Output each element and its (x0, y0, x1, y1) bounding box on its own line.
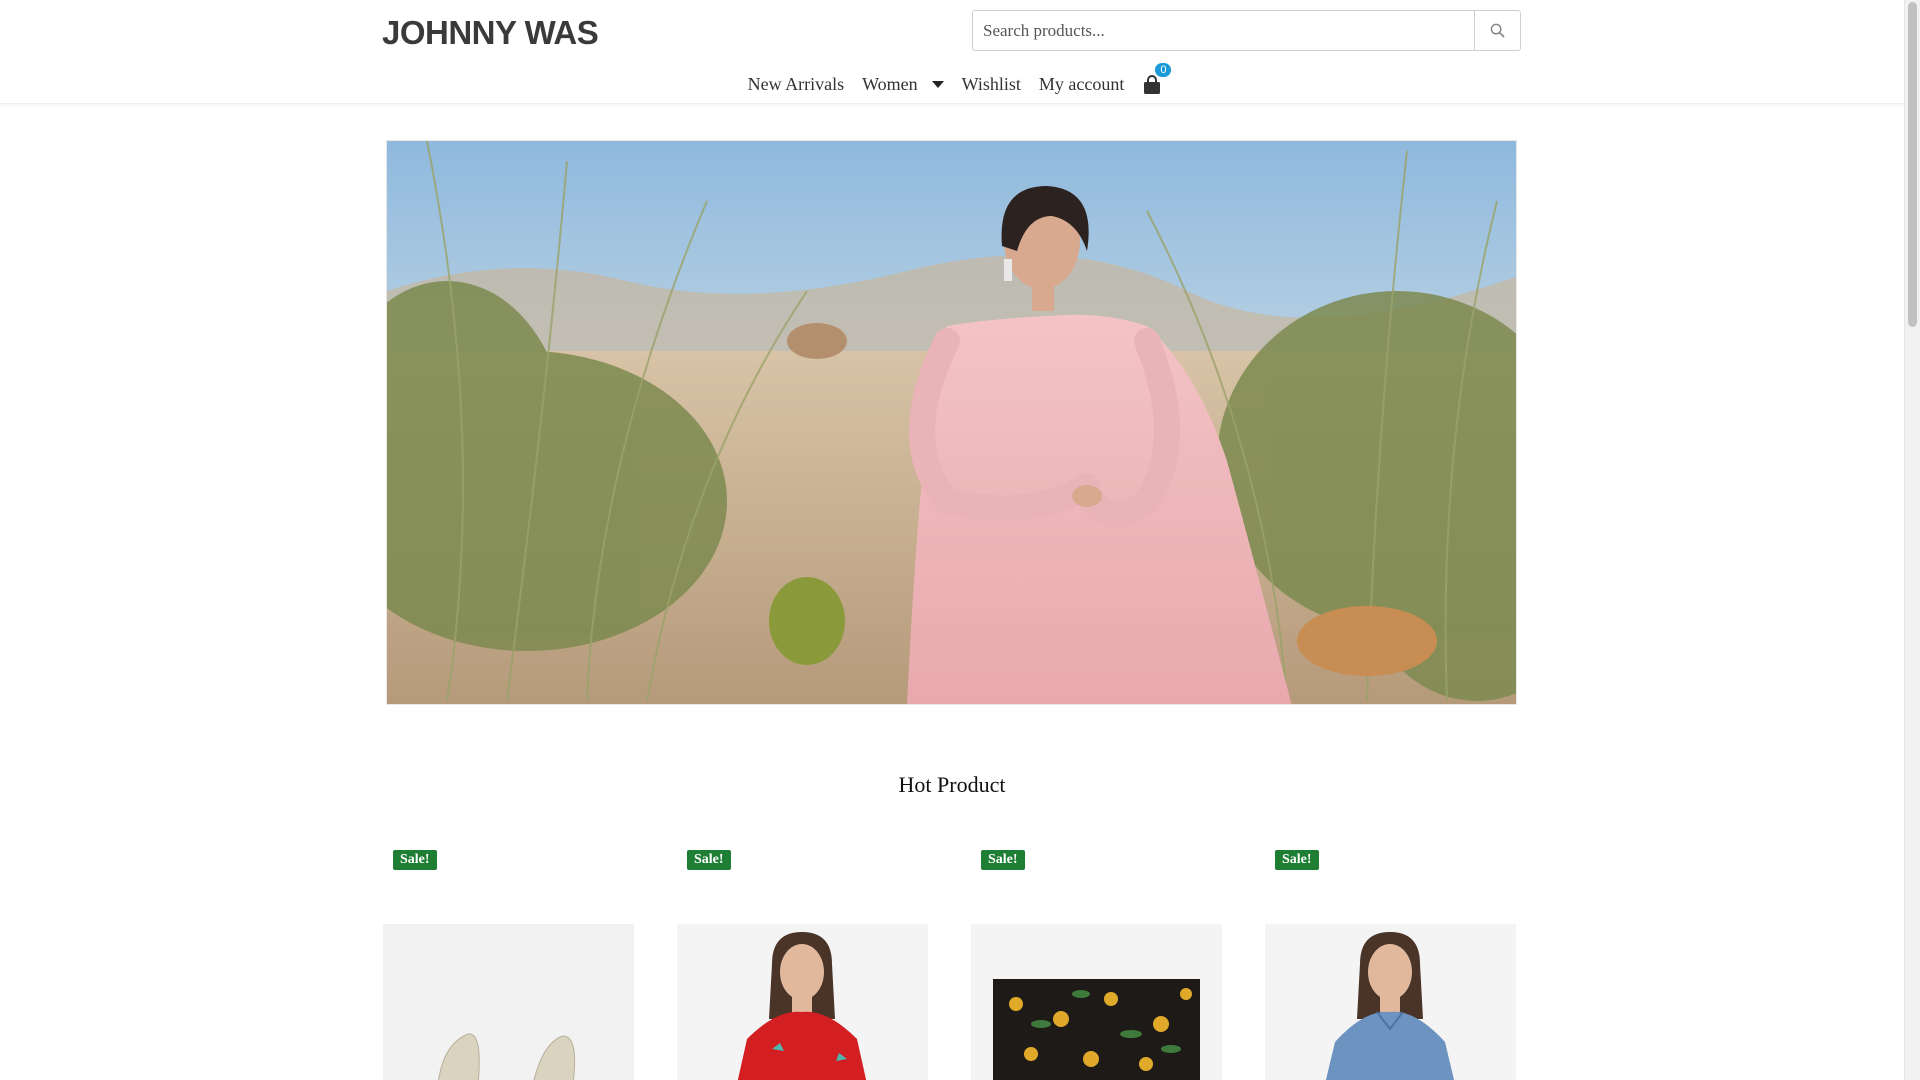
nav-item-label: Wishlist (961, 73, 1021, 94)
sale-badge: Sale! (981, 850, 1025, 870)
cart-button[interactable]: 0 (1143, 63, 1172, 96)
sale-badge: Sale! (393, 850, 437, 870)
search-icon (1490, 23, 1505, 38)
nav-item-label: New Arrivals (747, 73, 845, 94)
nav-item-label: My account (1038, 73, 1125, 94)
search-button[interactable] (1474, 11, 1520, 50)
page: JOHNNY WAS New Arrivals Women Wishlist (0, 0, 1904, 1080)
product-image[interactable] (1265, 924, 1516, 1080)
brand-logo[interactable]: JOHNNY WAS (382, 14, 599, 52)
sale-badge: Sale! (687, 850, 731, 870)
hero-image (387, 141, 1516, 704)
product-scarf-image (971, 924, 1222, 1080)
sale-badge: Sale! (1275, 850, 1319, 870)
cart-count-badge: 0 (1155, 63, 1172, 77)
section-title-hot-product: Hot Product (898, 772, 1006, 797)
nav-item-wishlist[interactable]: Wishlist (953, 74, 1030, 95)
scrollbar-thumb[interactable] (1908, 2, 1917, 327)
product-image[interactable] (677, 924, 928, 1080)
nav-item-label: Women (862, 73, 918, 94)
site-header: JOHNNY WAS New Arrivals Women Wishlist (0, 0, 1904, 104)
hero-banner[interactable] (386, 140, 1517, 705)
nav-item-new-arrivals[interactable]: New Arrivals (739, 74, 853, 95)
chevron-down-icon[interactable] (931, 80, 944, 88)
shopping-bag-icon (1144, 75, 1161, 94)
product-image[interactable] (383, 924, 634, 1080)
search-form (972, 10, 1521, 51)
product-sandals-image (383, 924, 634, 1080)
product-red-top-image (677, 924, 928, 1080)
main-nav: New Arrivals Women Wishlist My account 0 (0, 63, 1904, 98)
nav-item-women[interactable]: Women (853, 74, 953, 95)
product-image[interactable] (971, 924, 1222, 1080)
page-scrollbar[interactable] (1904, 0, 1920, 1080)
nav-item-my-account[interactable]: My account (1030, 74, 1133, 95)
product-denim-shirt-image (1265, 924, 1516, 1080)
search-input[interactable] (973, 11, 1476, 50)
